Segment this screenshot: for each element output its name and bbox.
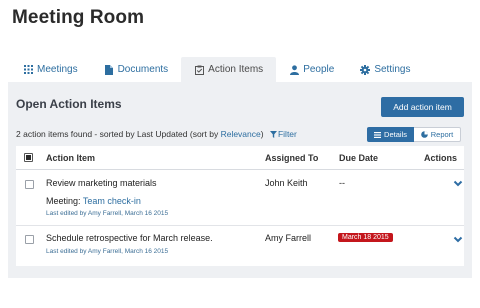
due-date: --: [339, 178, 345, 188]
results-summary: 2 action items found - sorted by Last Up…: [16, 129, 297, 139]
tab-label: Documents: [117, 64, 169, 75]
column-actions: Actions: [424, 153, 458, 163]
person-icon: [289, 64, 299, 75]
meeting-link[interactable]: Team check-in: [83, 196, 141, 206]
report-view-button[interactable]: Report: [414, 127, 461, 142]
sort-by-relevance-link[interactable]: Relevance: [221, 129, 261, 139]
action-items-panel: Open Action Items Add action item 2 acti…: [8, 82, 472, 278]
document-icon: [104, 64, 114, 75]
list-icon: [374, 131, 382, 138]
chevron-down-icon[interactable]: [453, 180, 463, 188]
clipboard-check-icon: [194, 65, 204, 75]
assigned-to: Amy Farrell: [265, 233, 312, 243]
tab-documents[interactable]: Documents: [91, 57, 182, 82]
tab-label: Meetings: [37, 64, 78, 75]
tab-label: Action Items: [208, 64, 264, 75]
table-row: Schedule retrospective for March release…: [16, 227, 464, 266]
filter-link[interactable]: Filter: [269, 129, 297, 139]
results-summary-suffix: ): [260, 129, 264, 139]
action-items-table: Action Item Assigned To Due Date Actions…: [16, 146, 464, 266]
action-item-title: Schedule retrospective for March release…: [46, 233, 213, 243]
tab-action-items[interactable]: Action Items: [181, 57, 277, 82]
column-assigned-to[interactable]: Assigned To: [265, 153, 318, 163]
page-title: Meeting Room: [12, 7, 145, 28]
gear-icon: [360, 64, 371, 75]
row-checkbox[interactable]: [25, 235, 34, 244]
last-edited: Last edited by Amy Farrell, March 16 201…: [46, 210, 169, 217]
add-action-item-button[interactable]: Add action item: [381, 97, 464, 117]
results-summary-text: 2 action items found - sorted by Last Up…: [16, 129, 221, 139]
grid-icon: [23, 65, 33, 75]
column-action-item[interactable]: Action Item: [46, 153, 95, 163]
select-all-checkbox[interactable]: [24, 153, 33, 162]
tab-meetings[interactable]: Meetings: [10, 57, 91, 82]
chevron-down-icon[interactable]: [453, 236, 463, 244]
filter-icon: [269, 131, 277, 138]
meeting-prefix: Meeting:: [46, 196, 83, 206]
report-label: Report: [430, 130, 454, 139]
tab-bar: Meetings Documents Action Items People S…: [10, 57, 423, 82]
view-toggle: Details Report: [367, 127, 461, 142]
meeting-room-page: Meeting Room Meetings Documents Action I…: [0, 0, 480, 308]
table-header: Action Item Assigned To Due Date Actions: [16, 146, 464, 170]
last-edited: Last edited by Amy Farrell, March 16 201…: [46, 248, 169, 255]
tab-label: People: [303, 64, 335, 75]
column-due-date[interactable]: Due Date: [339, 153, 378, 163]
section-title: Open Action Items: [16, 97, 122, 111]
tab-people[interactable]: People: [276, 57, 347, 82]
table-row: Review marketing materials John Keith --…: [16, 171, 464, 226]
tab-settings[interactable]: Settings: [347, 57, 423, 82]
details-label: Details: [384, 130, 407, 139]
details-view-button[interactable]: Details: [367, 127, 414, 142]
action-item-title: Review marketing materials: [46, 178, 157, 188]
pie-chart-icon: [420, 131, 428, 138]
tab-label: Settings: [374, 64, 411, 75]
filter-label: Filter: [277, 129, 297, 139]
due-date-badge: March 18 2015: [338, 233, 393, 242]
assigned-to: John Keith: [265, 178, 308, 188]
row-checkbox[interactable]: [25, 180, 34, 189]
meeting-reference: Meeting: Team check-in: [46, 196, 141, 206]
